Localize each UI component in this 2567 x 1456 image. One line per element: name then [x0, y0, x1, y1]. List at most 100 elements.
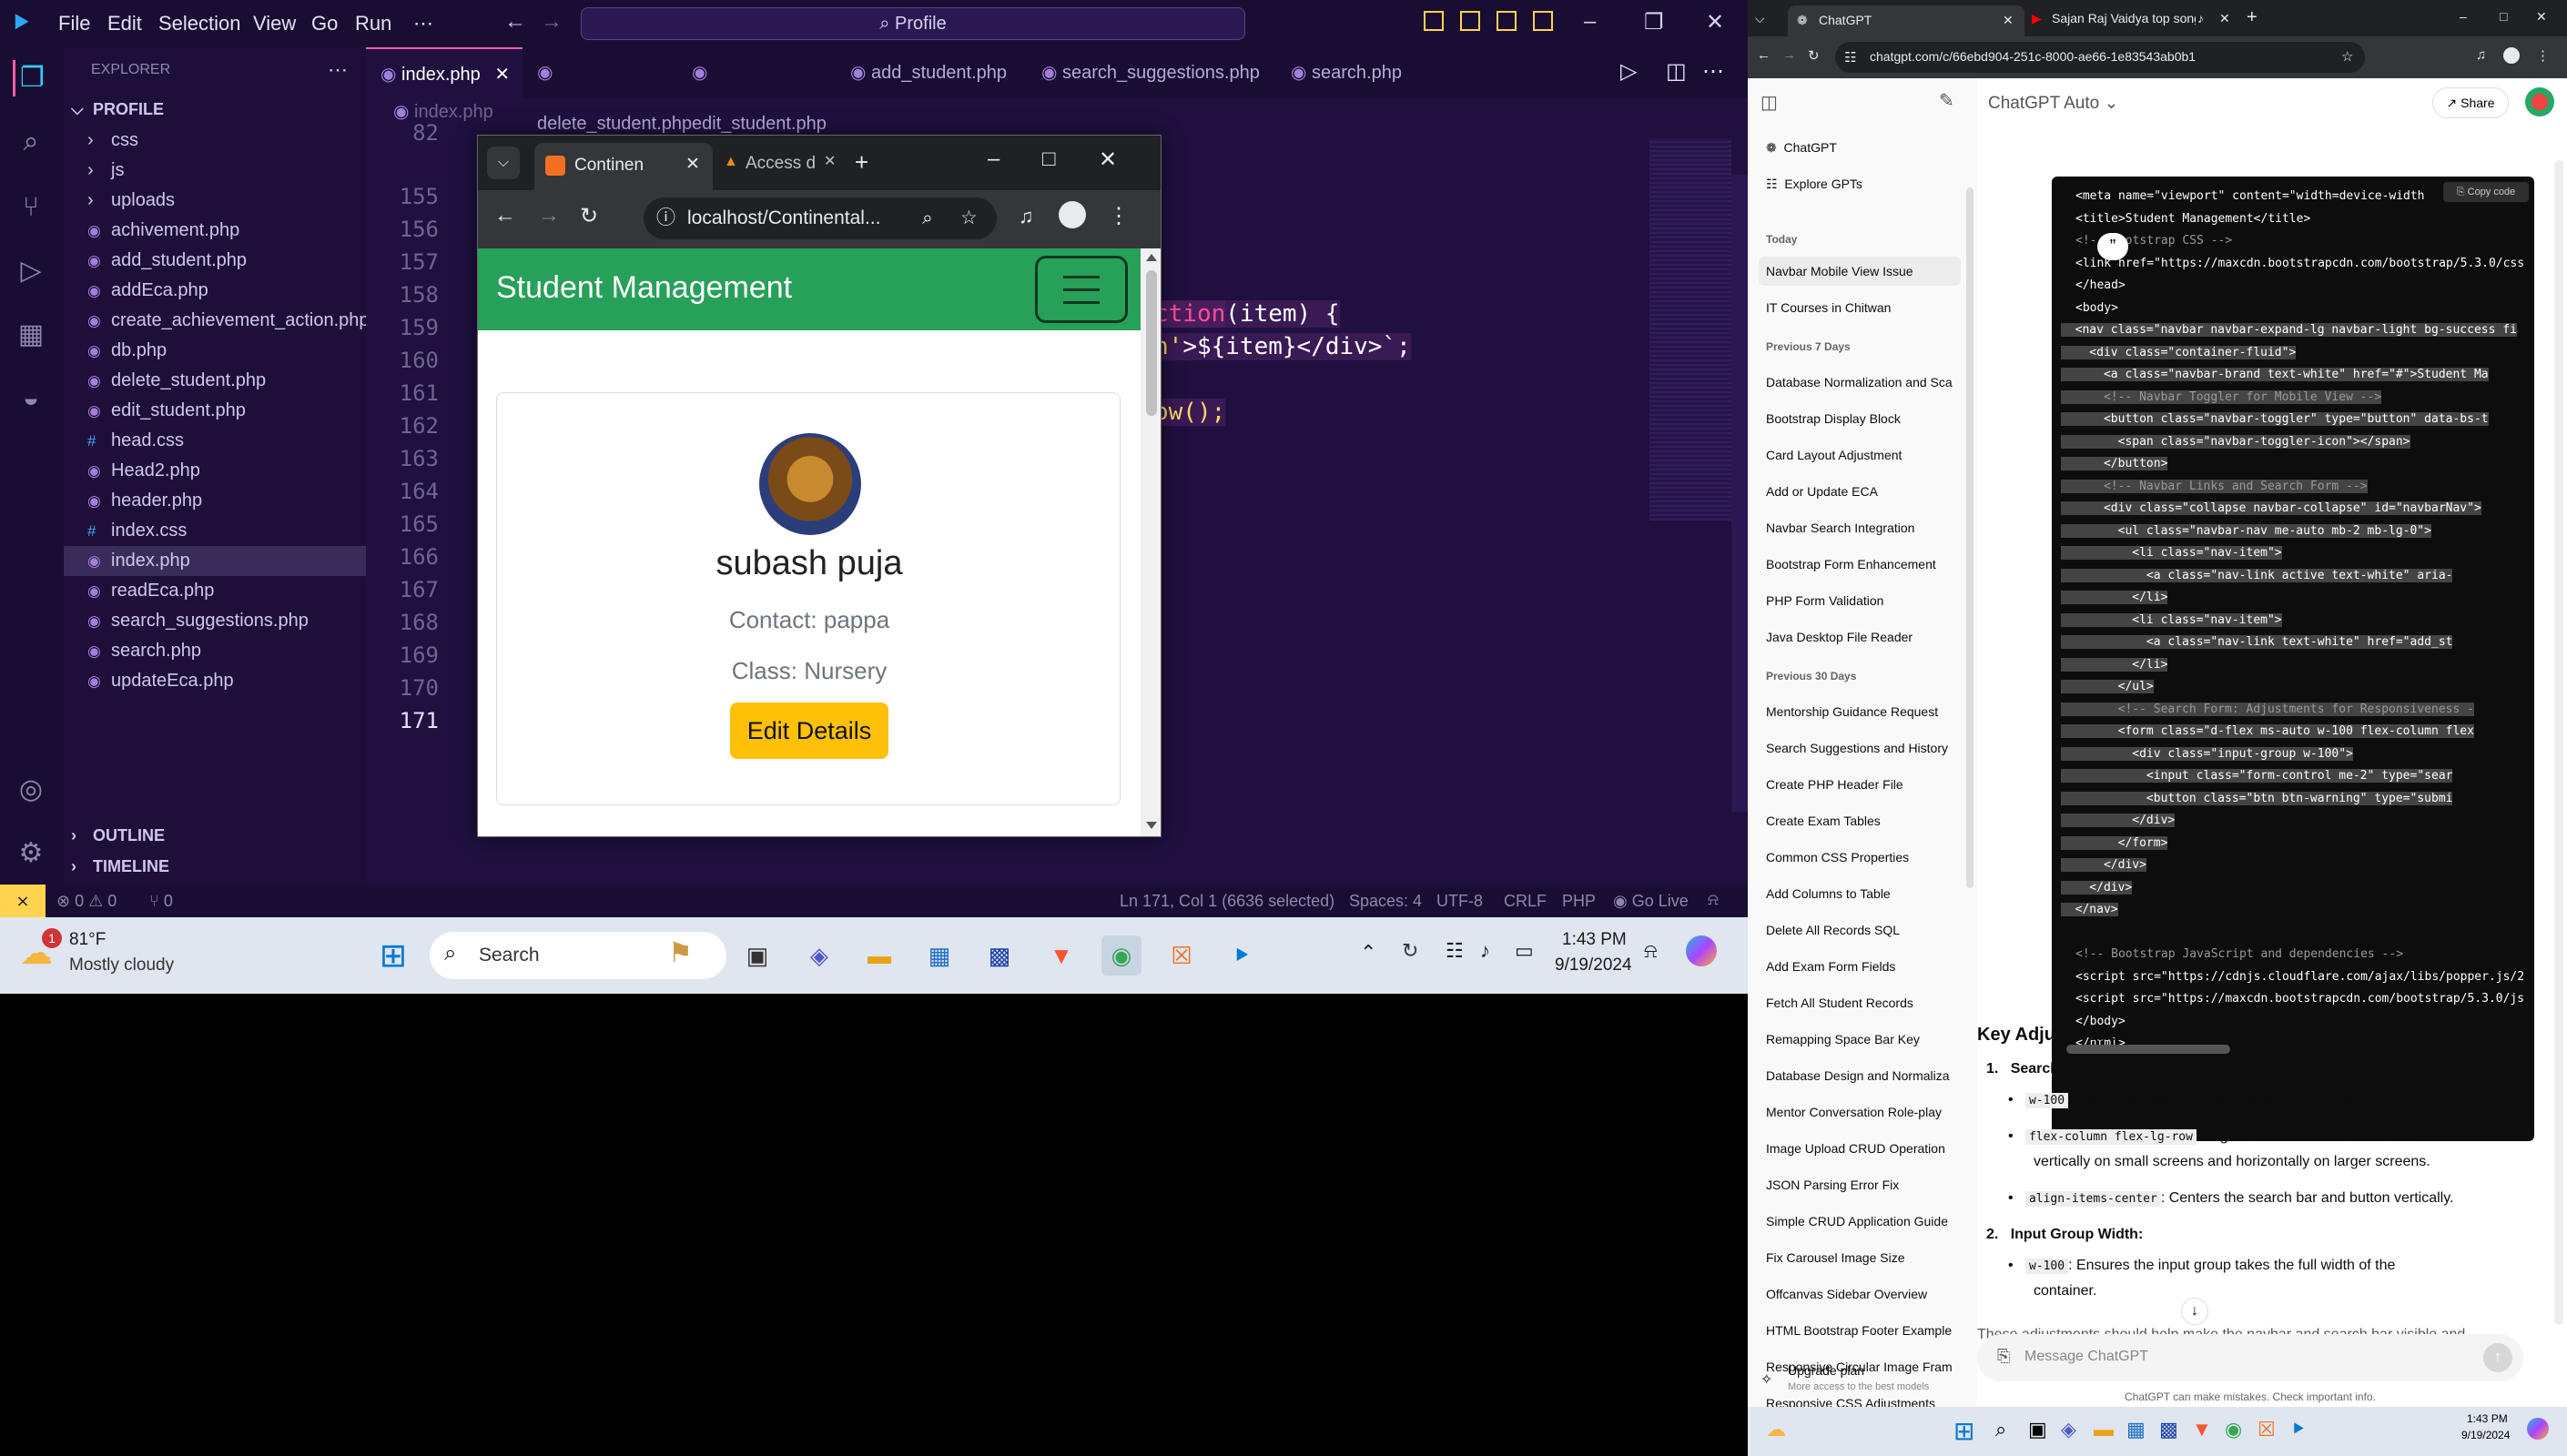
chat-history-item[interactable]: Search Suggestions and History	[1766, 733, 1961, 763]
new-tab-icon[interactable]: +	[855, 148, 868, 177]
app-grid-icon[interactable]: ▩	[2159, 1418, 2178, 1441]
search-icon[interactable]: ⌕	[1995, 1418, 2006, 1441]
command-center[interactable]: ⌕ Profile	[581, 7, 1245, 40]
chat-history-item[interactable]: Add Columns to Table	[1766, 879, 1961, 908]
file-item[interactable]: ◉ create_achievement_action.php	[64, 306, 370, 336]
go-live[interactable]: ◉ Go Live	[1613, 892, 1689, 911]
brave-icon[interactable]: ▼	[2192, 1418, 2212, 1441]
ports-status[interactable]: ⑂ 0	[149, 892, 173, 911]
bell-icon[interactable]: ⍾	[1708, 890, 1719, 909]
chat-history-item[interactable]: HTML Bootstrap Footer Example	[1766, 1316, 1961, 1345]
navbar-toggler[interactable]	[1035, 256, 1128, 323]
chat-history-item[interactable]: Database Design and Normaliza	[1766, 1061, 1961, 1090]
toggle-panel-icon[interactable]	[1460, 11, 1480, 31]
share-button[interactable]: ↗ Share	[2432, 87, 2509, 118]
more-actions-icon[interactable]: ⋯	[1702, 58, 1724, 85]
file-item[interactable]: ◉ db.php	[64, 336, 366, 366]
file-item[interactable]: ◉ add_student.php	[64, 246, 366, 276]
chevron-up-icon[interactable]: ⌃	[1360, 941, 1376, 965]
task-view-icon[interactable]: ▣	[737, 935, 777, 976]
address-bar[interactable]: ☷ chatgpt.com/c/66ebd904-251c-8000-ae66-…	[1835, 42, 2365, 73]
timeline-section[interactable]: › TIMELINE	[64, 852, 366, 882]
bookmark-star-icon[interactable]: ☆	[2341, 48, 2353, 65]
file-item[interactable]: ◉ delete_student.php	[64, 366, 366, 396]
close-icon[interactable]: ✕	[824, 152, 836, 170]
teams-icon[interactable]: ◈	[799, 935, 839, 976]
chat-history-item[interactable]: Java Desktop File Reader	[1766, 622, 1961, 652]
tab-chatgpt[interactable]: ❁ ChatGPT ✕	[1788, 5, 2024, 36]
chat-history-item[interactable]: Navbar Search Integration	[1766, 513, 1961, 542]
menu-run[interactable]: Run	[355, 12, 391, 35]
tab-search-suggestions[interactable]: ◉ search_suggestions.php	[1027, 47, 1276, 98]
xampp-icon[interactable]: ☒	[2258, 1418, 2276, 1441]
chat-history-item[interactable]: PHP Form Validation	[1766, 586, 1961, 615]
close-icon[interactable]: ✕	[2003, 13, 2014, 28]
edit-details-button[interactable]: Edit Details	[730, 703, 888, 759]
app-grid-icon[interactable]: ▩	[979, 935, 1020, 976]
file-item[interactable]: ◉ Head2.php	[64, 456, 366, 486]
close-icon[interactable]: ✕	[1099, 147, 1117, 173]
chat-history-item[interactable]: Offcanvas Sidebar Overview	[1766, 1279, 1961, 1309]
site-info-icon[interactable]: ☷	[1844, 49, 1856, 66]
run-file-icon[interactable]: ▷	[1620, 58, 1637, 85]
scroll-down-icon[interactable]	[1146, 822, 1157, 829]
wifi-icon[interactable]: ☷	[1446, 939, 1464, 963]
battery-icon[interactable]: ▭	[1515, 939, 1534, 963]
remote-icon[interactable]: ⨯	[0, 885, 46, 917]
code-scrollbar[interactable]	[2066, 1045, 2230, 1054]
brave-icon[interactable]: ▼	[1041, 935, 1081, 976]
back-arrow-icon[interactable]: ←	[504, 9, 526, 35]
folder-item[interactable]: › uploads	[64, 186, 366, 216]
weather-temp[interactable]: 81°F	[69, 930, 106, 950]
clock-time[interactable]: 1:43 PM	[1562, 930, 1627, 950]
scroll-down-icon[interactable]: ↓	[2181, 1298, 2208, 1325]
chrome-icon[interactable]: ◉	[2225, 1418, 2242, 1441]
task-view-icon[interactable]: ▣	[2028, 1418, 2047, 1441]
explorer-icon[interactable]: ❐	[13, 60, 49, 96]
audio-icon[interactable]: ♪	[2197, 11, 2204, 25]
media-control-icon[interactable]: ♫	[1019, 205, 1034, 228]
file-item[interactable]: ◉ search.php	[64, 636, 366, 666]
close-sidebar-icon[interactable]: ◫	[1760, 91, 1778, 114]
bookmark-star-icon[interactable]: ☆	[960, 197, 978, 239]
minimize-icon[interactable]: –	[1584, 9, 1596, 35]
chat-history-item[interactable]: Card Layout Adjustment	[1766, 440, 1961, 470]
clock-date[interactable]: 9/19/2024	[2461, 1429, 2510, 1441]
clock-date[interactable]: 9/19/2024	[1555, 956, 1632, 976]
customize-layout-icon[interactable]	[1533, 11, 1553, 31]
menu-go[interactable]: Go	[311, 12, 338, 35]
chat-history-item[interactable]: Mentor Conversation Role-play	[1766, 1097, 1961, 1127]
nav-chatgpt[interactable]: ❁ ChatGPT	[1766, 133, 1961, 162]
file-item[interactable]: # head.css	[64, 426, 366, 456]
close-icon[interactable]: ✕	[2219, 11, 2230, 26]
chat-history-item[interactable]: Database Normalization and Sca	[1766, 368, 1961, 397]
model-selector[interactable]: ChatGPT Auto ⌄	[1988, 93, 2118, 114]
reload-icon[interactable]: ↻	[580, 203, 598, 229]
quote-icon[interactable]: ”	[2097, 233, 2128, 260]
more-menu-icon[interactable]: ⋮	[2536, 47, 2550, 64]
close-icon[interactable]: ✕	[685, 154, 700, 175]
run-debug-icon[interactable]: ▷	[13, 253, 49, 289]
language-mode[interactable]: PHP	[1562, 892, 1596, 911]
split-editor-icon[interactable]: ◫	[1666, 58, 1687, 85]
forward-arrow-icon[interactable]: →	[538, 203, 560, 228]
navbar-brand[interactable]: Student Management	[496, 270, 792, 306]
clock-time[interactable]: 1:43 PM	[2467, 1412, 2508, 1425]
account-icon[interactable]: ◎	[13, 772, 49, 808]
windows-start-icon[interactable]: ⊞	[1953, 1416, 1974, 1446]
volume-icon[interactable]: ♪	[1480, 939, 1490, 963]
file-explorer-icon[interactable]: ▬	[2094, 1418, 2114, 1441]
maximize-icon[interactable]: □	[1042, 147, 1056, 172]
outline-section[interactable]: › OUTLINE	[64, 821, 366, 851]
errors-status[interactable]: ⊗ 0 ⚠ 0	[56, 892, 117, 911]
search-icon[interactable]: ⌕	[13, 124, 49, 160]
close-icon[interactable]: ✕	[1706, 9, 1724, 35]
new-chat-icon[interactable]: ✎	[1939, 89, 1954, 112]
profile-avatar-icon[interactable]	[2503, 47, 2520, 64]
chat-history-item[interactable]: JSON Parsing Error Fix	[1766, 1170, 1961, 1199]
notification-bell-icon[interactable]: ⍾	[1644, 939, 1658, 963]
indentation[interactable]: Spaces: 4	[1349, 892, 1422, 911]
chat-history-item[interactable]: Create PHP Header File	[1766, 770, 1961, 799]
user-avatar[interactable]	[2525, 87, 2554, 116]
chat-history-item[interactable]: Add Exam Form Fields	[1766, 952, 1961, 981]
